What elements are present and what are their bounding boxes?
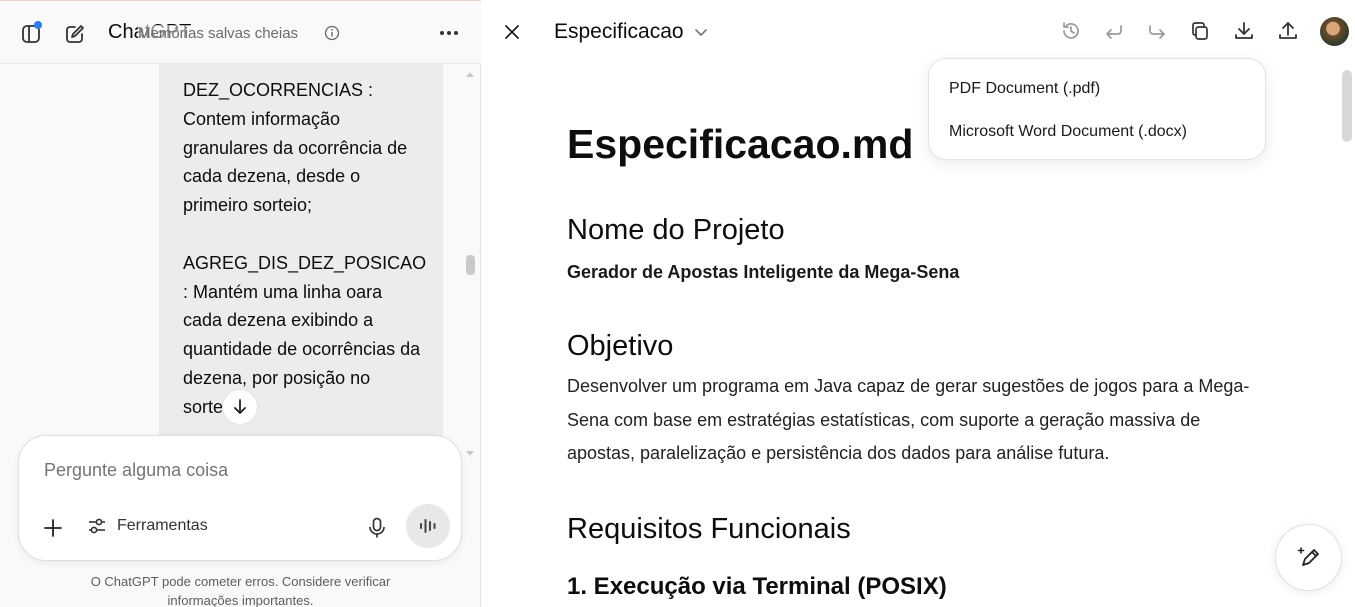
canvas-scrollbar-thumb[interactable] (1342, 70, 1352, 142)
info-button[interactable] (323, 24, 341, 42)
download-menu: PDF Document (.pdf) Microsoft Word Docum… (928, 58, 1266, 160)
menu-item-docx[interactable]: Microsoft Word Document (.docx) (929, 110, 1265, 153)
copy-icon (1192, 22, 1208, 40)
document-content: Especificacao.md Nome do Projeto Gerador… (567, 116, 1267, 605)
more-options-button[interactable] (436, 21, 462, 45)
redo-button[interactable] (1145, 19, 1169, 43)
chat-panel: ChatGPT Memórias salvas cheias DEZ_OCORR… (0, 0, 481, 607)
objective-text: Desenvolver um programa em Java capaz de… (567, 376, 1250, 463)
pencil-sparkle-icon (1297, 546, 1319, 566)
close-icon (505, 25, 519, 39)
sliders-icon (89, 518, 105, 534)
prompt-input[interactable] (44, 460, 424, 481)
tools-label: Ferramentas (117, 517, 208, 534)
copy-button[interactable] (1188, 19, 1212, 43)
add-attachment-button[interactable] (41, 516, 65, 540)
objective-heading: Objetivo (567, 330, 674, 362)
user-message-bubble: DEZ_OCORRENCIAS : Contem informação gran… (159, 64, 443, 436)
more-icon (440, 31, 458, 35)
chevron-down-icon (694, 29, 707, 36)
plus-icon (44, 519, 62, 537)
requirements-heading: Requisitos Funcionais (567, 512, 851, 545)
dictate-button[interactable] (365, 516, 389, 540)
project-name-heading: Nome do Projeto (567, 214, 785, 246)
share-button[interactable] (1276, 19, 1300, 43)
menu-item-pdf[interactable]: PDF Document (.pdf) (929, 67, 1265, 110)
edit-suggestions-button[interactable] (1275, 524, 1342, 591)
microphone-icon (369, 517, 385, 538)
close-canvas-button[interactable] (500, 20, 524, 44)
chat-header: ChatGPT Memórias salvas cheias (0, 1, 481, 64)
memory-notice: Memórias salvas cheias (138, 25, 299, 42)
download-button[interactable] (1232, 19, 1256, 43)
tools-button[interactable]: Ferramentas (87, 516, 208, 536)
sidebar-toggle-button[interactable] (18, 21, 44, 47)
history-button[interactable] (1059, 19, 1083, 43)
redo-icon (1149, 25, 1165, 39)
share-icon (1279, 22, 1297, 39)
requirement-1-heading: 1. Execução via Terminal (POSIX) (567, 572, 947, 600)
user-avatar[interactable] (1320, 17, 1349, 46)
undo-button[interactable] (1102, 19, 1126, 43)
info-icon (324, 25, 340, 41)
undo-icon (1106, 25, 1122, 39)
notification-dot (34, 21, 42, 29)
waveform-icon (420, 519, 436, 533)
scroll-down-button[interactable] (222, 389, 258, 425)
document-title-dropdown[interactable]: Especificacao (554, 20, 708, 44)
project-name: Gerador de Apostas Inteligente da Mega-S… (567, 262, 960, 282)
arrow-down-icon (234, 399, 246, 414)
new-chat-icon (66, 25, 84, 43)
document-title: Especificacao (554, 20, 684, 43)
message-text: DEZ_OCORRENCIAS : Contem informação gran… (183, 80, 427, 417)
disclaimer: O ChatGPT pode cometer erros. Considere … (90, 574, 391, 607)
voice-mode-button[interactable] (406, 504, 450, 548)
new-chat-button[interactable] (62, 21, 88, 47)
download-icon (1235, 22, 1253, 39)
composer: Ferramentas (18, 435, 462, 561)
history-icon (1063, 22, 1079, 39)
chat-scrollbar-thumb[interactable] (466, 255, 475, 275)
